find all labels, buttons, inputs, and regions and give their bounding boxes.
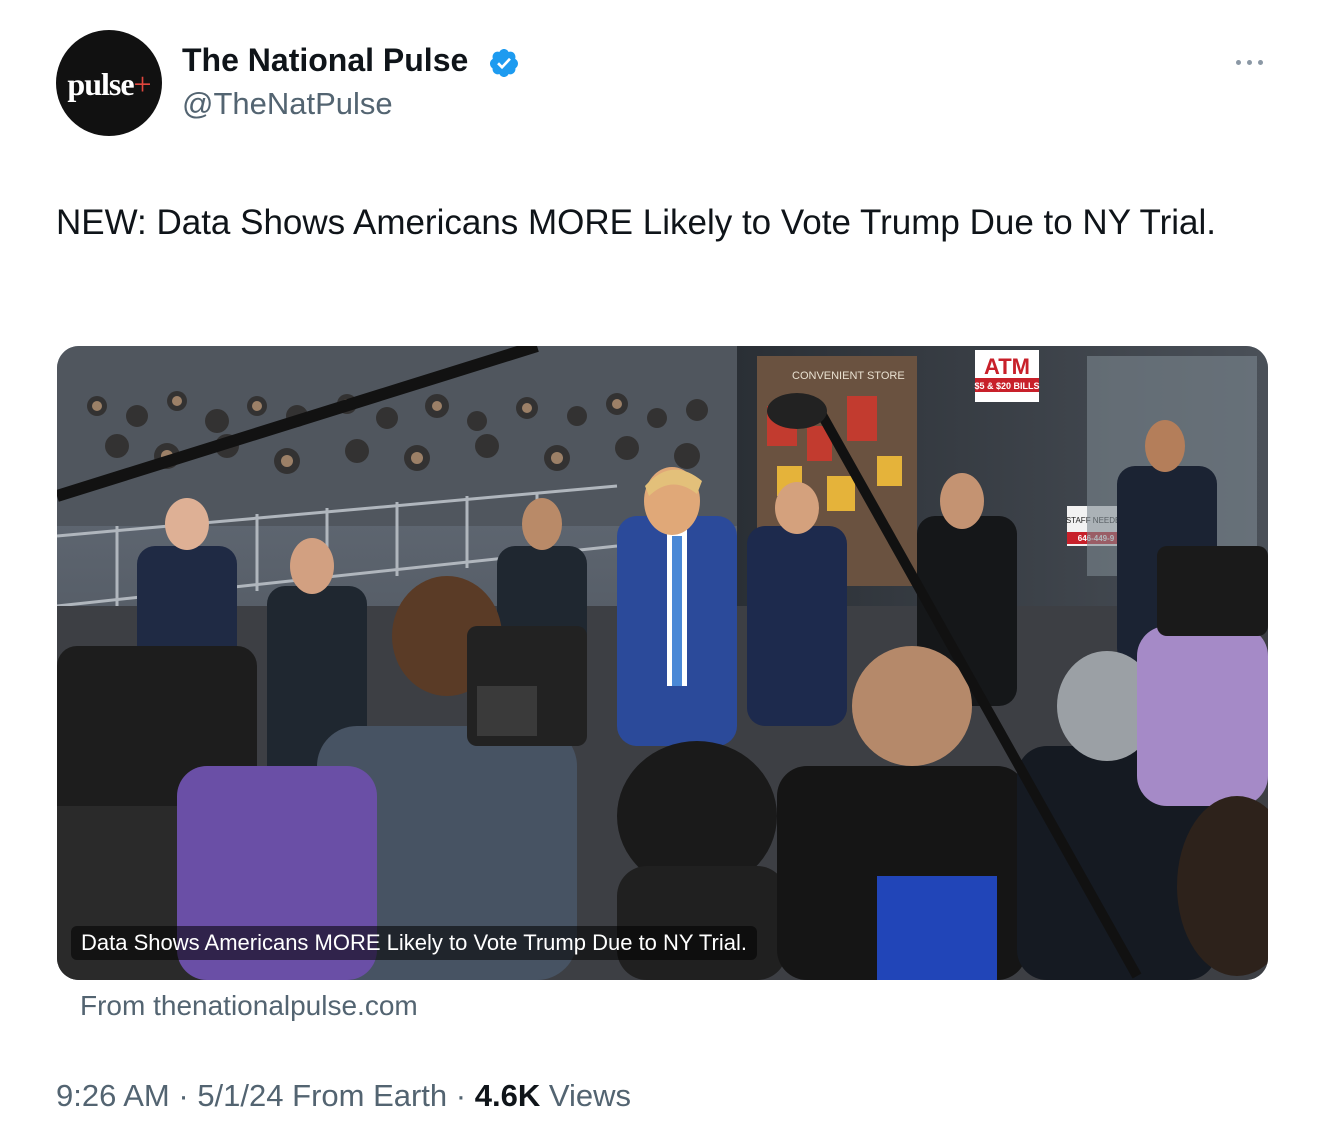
meta-separator: ·	[447, 1078, 475, 1113]
tweet-date[interactable]: 5/1/24	[197, 1078, 283, 1113]
tweet-text: NEW: Data Shows Americans MORE Likely to…	[56, 203, 1216, 242]
more-options-icon[interactable]	[1232, 48, 1268, 76]
meta-separator: ·	[169, 1078, 198, 1113]
card-photo: ATM $5 & $20 BILLS CONVENIENT STORE STAF…	[57, 346, 1268, 980]
handle[interactable]: @TheNatPulse	[182, 86, 393, 122]
avatar[interactable]: pulse+	[56, 30, 162, 136]
display-name[interactable]: The National Pulse	[182, 42, 468, 79]
atm-sub-text: $5 & $20 BILLS	[974, 381, 1039, 391]
atm-sign-text: ATM	[984, 354, 1030, 379]
verified-badge-icon	[489, 49, 518, 77]
views-count[interactable]: 4.6K	[475, 1078, 540, 1113]
pulse-logo: pulse+	[67, 66, 151, 102]
views-label: Views	[540, 1078, 631, 1113]
card-source-link[interactable]: From thenationalpulse.com	[80, 990, 418, 1022]
card-caption: Data Shows Americans MORE Likely to Vote…	[71, 926, 757, 960]
link-card[interactable]: ATM $5 & $20 BILLS CONVENIENT STORE STAF…	[57, 346, 1268, 980]
tweet-time[interactable]: 9:26 AM	[56, 1078, 170, 1113]
tweet-meta: 9:26 AM · 5/1/24 From Earth · 4.6K Views	[56, 1078, 631, 1114]
tweet-source: From Earth	[283, 1078, 448, 1113]
store-sign-text: CONVENIENT STORE	[792, 370, 905, 382]
